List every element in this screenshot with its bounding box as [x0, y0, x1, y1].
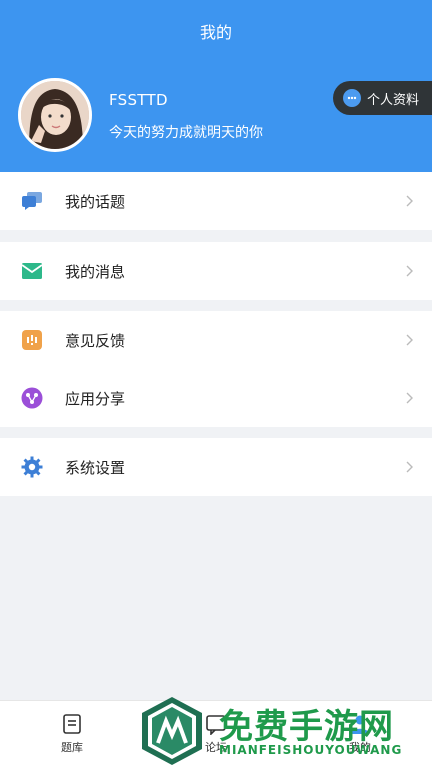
menu-group-settings: 系统设置 — [0, 438, 432, 496]
feedback-icon — [21, 329, 43, 351]
chevron-right-icon — [406, 265, 413, 277]
menu-group-feedback-share: 意见反馈 应用分享 — [0, 311, 432, 427]
avatar-photo — [21, 81, 89, 149]
menu-item-share[interactable]: 应用分享 — [0, 369, 432, 427]
profile-button[interactable]: 个人资料 — [333, 81, 432, 115]
topics-icon — [21, 190, 43, 212]
menu-label-settings: 系统设置 — [65, 458, 126, 477]
menu-group-messages: 我的消息 — [0, 242, 432, 300]
menu-group-topics: 我的话题 — [0, 172, 432, 230]
page-title: 我的 — [199, 23, 232, 42]
username: FSSTTD — [109, 91, 168, 109]
chevron-right-icon — [406, 334, 413, 346]
envelope-icon — [21, 260, 43, 282]
menu-item-settings[interactable]: 系统设置 — [0, 438, 432, 496]
chat-bubble-icon — [343, 89, 361, 107]
site-watermark: 免费手游网 MIANFEISHOUYOUWANG — [136, 695, 432, 768]
menu-label-messages: 我的消息 — [65, 262, 126, 281]
chevron-right-icon — [406, 392, 413, 404]
menu-label-topics: 我的话题 — [65, 192, 126, 211]
menu-item-messages[interactable]: 我的消息 — [0, 242, 432, 300]
menu-item-feedback[interactable]: 意见反馈 — [0, 311, 432, 369]
menu-label-share: 应用分享 — [65, 389, 126, 408]
tab-label-questions: 题库 — [61, 741, 83, 754]
avatar[interactable] — [18, 78, 92, 152]
share-icon — [21, 387, 43, 409]
chevron-right-icon — [406, 195, 413, 207]
watermark-logo — [142, 697, 202, 765]
tab-questions[interactable]: 题库 — [32, 701, 112, 768]
watermark-subtitle: MIANFEISHOUYOUWANG — [219, 743, 403, 757]
menu-label-feedback: 意见反馈 — [65, 331, 126, 350]
gear-icon — [21, 456, 43, 478]
profile-button-label: 个人资料 — [367, 92, 420, 108]
user-bio: 今天的努力成就明天的你 — [109, 125, 263, 141]
menu-item-topics[interactable]: 我的话题 — [0, 172, 432, 230]
watermark-title: 免费手游网 — [219, 707, 394, 747]
document-icon — [63, 714, 81, 734]
chevron-right-icon — [406, 461, 413, 473]
profile-header: 我的 FSSTTD 今天的努力成就明天的你 个人资料 — [0, 0, 432, 172]
